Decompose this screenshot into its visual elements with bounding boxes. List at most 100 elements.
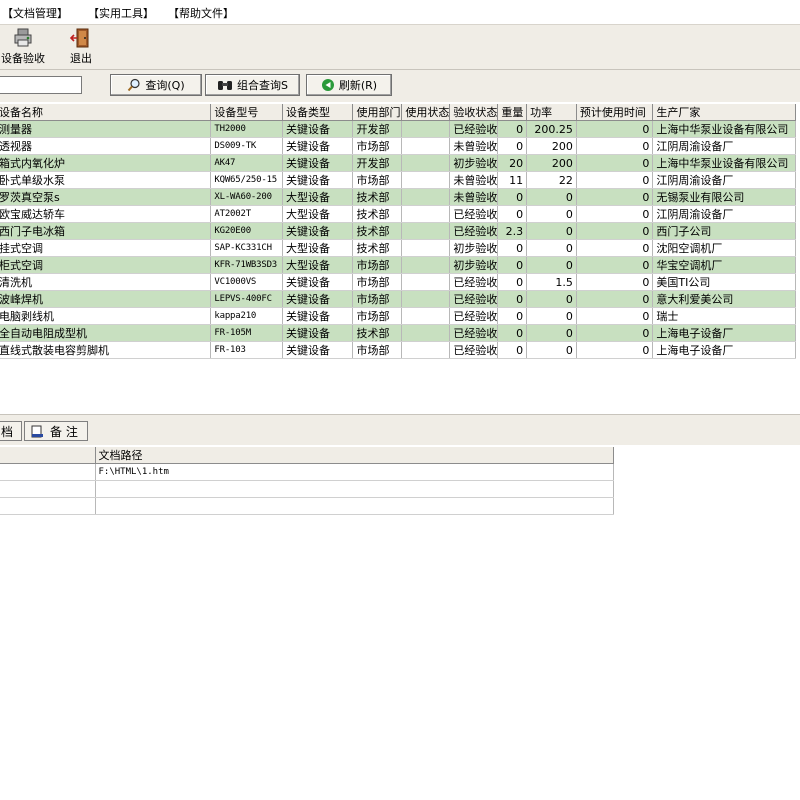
cell-weight[interactable]: 0 bbox=[497, 120, 528, 138]
cell-expected-time[interactable]: 0 bbox=[576, 171, 654, 189]
doc-cell-index[interactable] bbox=[0, 463, 96, 481]
cell-expected-time[interactable]: 0 bbox=[576, 290, 654, 308]
cell-model[interactable]: FR-105M bbox=[210, 324, 284, 342]
doc-cell-path[interactable] bbox=[95, 480, 614, 498]
cell-power[interactable]: 200 bbox=[526, 137, 577, 155]
cell-weight[interactable]: 0 bbox=[497, 188, 528, 206]
cell-type[interactable]: 关键设备 bbox=[282, 154, 354, 172]
cell-manufacturer[interactable]: 江阴周渝设备厂 bbox=[652, 137, 796, 155]
cell-type[interactable]: 关键设备 bbox=[282, 137, 354, 155]
cell-use-status[interactable] bbox=[401, 137, 451, 155]
table-row[interactable]: 卧式单级水泵 KQW65/250-15 关键设备 市场部 未曾验收 11 22 0 江阴周渝设备… bbox=[0, 171, 796, 189]
cell-weight[interactable]: 11 bbox=[497, 171, 528, 189]
cell-check-status[interactable]: 已经验收 bbox=[449, 341, 499, 359]
cell-manufacturer[interactable]: 美国TI公司 bbox=[652, 273, 796, 291]
table-row[interactable]: 罗茨真空泵s XL-WA60-200 大型设备 技术部 未曾验收 0 0 0 无锡泵业有限公司 bbox=[0, 188, 796, 206]
cell-use-status[interactable] bbox=[401, 324, 451, 342]
table-row[interactable]: 波峰焊机 LEPVS-400FC 关键设备 市场部 已经验收 0 0 0 意大利爱美公司 bbox=[0, 290, 796, 308]
cell-use-status[interactable] bbox=[401, 341, 451, 359]
cell-check-status[interactable]: 已经验收 bbox=[449, 324, 499, 342]
cell-power[interactable]: 0 bbox=[526, 205, 577, 223]
cell-expected-time[interactable]: 0 bbox=[576, 222, 654, 240]
search-input[interactable] bbox=[0, 76, 82, 94]
cell-check-status[interactable]: 初步验收 bbox=[449, 256, 499, 274]
cell-department[interactable]: 市场部 bbox=[352, 137, 403, 155]
cell-power[interactable]: 0 bbox=[526, 239, 577, 257]
cell-manufacturer[interactable]: 无锡泵业有限公司 bbox=[652, 188, 796, 206]
col-header-type[interactable]: 设备类型 bbox=[282, 104, 354, 121]
cell-manufacturer[interactable]: 江阴周渝设备厂 bbox=[652, 171, 796, 189]
cell-power[interactable]: 200.25 bbox=[526, 120, 577, 138]
cell-department[interactable]: 技术部 bbox=[352, 324, 403, 342]
cell-use-status[interactable] bbox=[401, 120, 451, 138]
menu-document-management[interactable]: 【文档管理】 bbox=[2, 5, 68, 21]
col-header-manufacturer[interactable]: 生产厂家 bbox=[652, 104, 796, 121]
cell-department[interactable]: 开发部 bbox=[352, 154, 403, 172]
table-row[interactable]: 西门子电冰箱 KG20E00 关键设备 技术部 已经验收 2.3 0 0 西门子公司 bbox=[0, 222, 796, 240]
cell-use-status[interactable] bbox=[401, 307, 451, 325]
cell-type[interactable]: 关键设备 bbox=[282, 171, 354, 189]
cell-department[interactable]: 技术部 bbox=[352, 239, 403, 257]
cell-name[interactable]: 测量器 bbox=[0, 120, 212, 138]
cell-model[interactable]: AK47 bbox=[210, 154, 284, 172]
cell-expected-time[interactable]: 0 bbox=[576, 273, 654, 291]
cell-model[interactable]: DS009-TK bbox=[210, 137, 284, 155]
cell-type[interactable]: 关键设备 bbox=[282, 273, 354, 291]
table-row[interactable]: 箱式内氧化炉 AK47 关键设备 开发部 初步验收 20 200 0 上海中华泵业设备有限公司 bbox=[0, 154, 796, 172]
cell-type[interactable]: 关键设备 bbox=[282, 120, 354, 138]
cell-name[interactable]: 柜式空调 bbox=[0, 256, 212, 274]
cell-name[interactable]: 欧宝威达轿车 bbox=[0, 205, 212, 223]
doc-cell-index[interactable] bbox=[0, 497, 96, 515]
cell-department[interactable]: 市场部 bbox=[352, 256, 403, 274]
doc-cell-index[interactable] bbox=[0, 480, 96, 498]
table-row[interactable]: 欧宝威达轿车 AT2002T 大型设备 技术部 已经验收 0 0 0 江阴周渝设备厂 bbox=[0, 205, 796, 223]
cell-expected-time[interactable]: 0 bbox=[576, 154, 654, 172]
col-header-check-status[interactable]: 验收状态 bbox=[449, 104, 499, 121]
cell-manufacturer[interactable]: 西门子公司 bbox=[652, 222, 796, 240]
equipment-check-button[interactable]: 设备验收 bbox=[0, 27, 46, 67]
cell-name[interactable]: 西门子电冰箱 bbox=[0, 222, 212, 240]
cell-manufacturer[interactable]: 上海中华泵业设备有限公司 bbox=[652, 120, 796, 138]
cell-power[interactable]: 200 bbox=[526, 154, 577, 172]
table-row[interactable]: 直线式散装电容剪脚机 FR-103 关键设备 市场部 已经验收 0 0 0 上海电子设备厂 bbox=[0, 341, 796, 359]
doc-col-header-blank[interactable] bbox=[0, 447, 96, 464]
doc-row[interactable] bbox=[0, 480, 614, 498]
cell-expected-time[interactable]: 0 bbox=[576, 120, 654, 138]
cell-weight[interactable]: 0 bbox=[497, 205, 528, 223]
table-row[interactable]: 电脑剥线机 kappa210 关键设备 市场部 已经验收 0 0 0 瑞士 bbox=[0, 307, 796, 325]
combined-query-button[interactable]: 组合查询S bbox=[205, 74, 300, 96]
col-header-expected-time[interactable]: 预计使用时间 bbox=[576, 104, 654, 121]
cell-model[interactable]: KG20E00 bbox=[210, 222, 284, 240]
cell-department[interactable]: 技术部 bbox=[352, 205, 403, 223]
cell-expected-time[interactable]: 0 bbox=[576, 205, 654, 223]
cell-weight[interactable]: 0 bbox=[497, 273, 528, 291]
cell-check-status[interactable]: 初步验收 bbox=[449, 239, 499, 257]
cell-name[interactable]: 透视器 bbox=[0, 137, 212, 155]
cell-power[interactable]: 0 bbox=[526, 222, 577, 240]
cell-name[interactable]: 罗茨真空泵s bbox=[0, 188, 212, 206]
query-button[interactable]: 查询(Q) bbox=[110, 74, 202, 96]
exit-button[interactable]: 退出 bbox=[64, 27, 98, 67]
cell-expected-time[interactable]: 0 bbox=[576, 256, 654, 274]
cell-type[interactable]: 关键设备 bbox=[282, 341, 354, 359]
cell-expected-time[interactable]: 0 bbox=[576, 188, 654, 206]
cell-check-status[interactable]: 初步验收 bbox=[449, 154, 499, 172]
cell-manufacturer[interactable]: 上海中华泵业设备有限公司 bbox=[652, 154, 796, 172]
cell-type[interactable]: 大型设备 bbox=[282, 188, 354, 206]
cell-check-status[interactable]: 已经验收 bbox=[449, 222, 499, 240]
cell-type[interactable]: 大型设备 bbox=[282, 239, 354, 257]
doc-row[interactable]: F:\HTML\1.htm bbox=[0, 463, 614, 481]
cell-manufacturer[interactable]: 瑞士 bbox=[652, 307, 796, 325]
cell-weight[interactable]: 0 bbox=[497, 239, 528, 257]
cell-manufacturer[interactable]: 上海电子设备厂 bbox=[652, 341, 796, 359]
cell-check-status[interactable]: 已经验收 bbox=[449, 205, 499, 223]
table-row[interactable]: 全自动电阻成型机 FR-105M 关键设备 技术部 已经验收 0 0 0 上海电子设备厂 bbox=[0, 324, 796, 342]
menu-utilities[interactable]: 【实用工具】 bbox=[88, 5, 154, 21]
cell-check-status[interactable]: 未曾验收 bbox=[449, 171, 499, 189]
cell-weight[interactable]: 20 bbox=[497, 154, 528, 172]
col-header-use-status[interactable]: 使用状态 bbox=[401, 104, 451, 121]
cell-name[interactable]: 挂式空调 bbox=[0, 239, 212, 257]
cell-power[interactable]: 0 bbox=[526, 188, 577, 206]
table-row[interactable]: 透视器 DS009-TK 关键设备 市场部 未曾验收 0 200 0 江阴周渝设备厂 bbox=[0, 137, 796, 155]
cell-manufacturer[interactable]: 江阴周渝设备厂 bbox=[652, 205, 796, 223]
